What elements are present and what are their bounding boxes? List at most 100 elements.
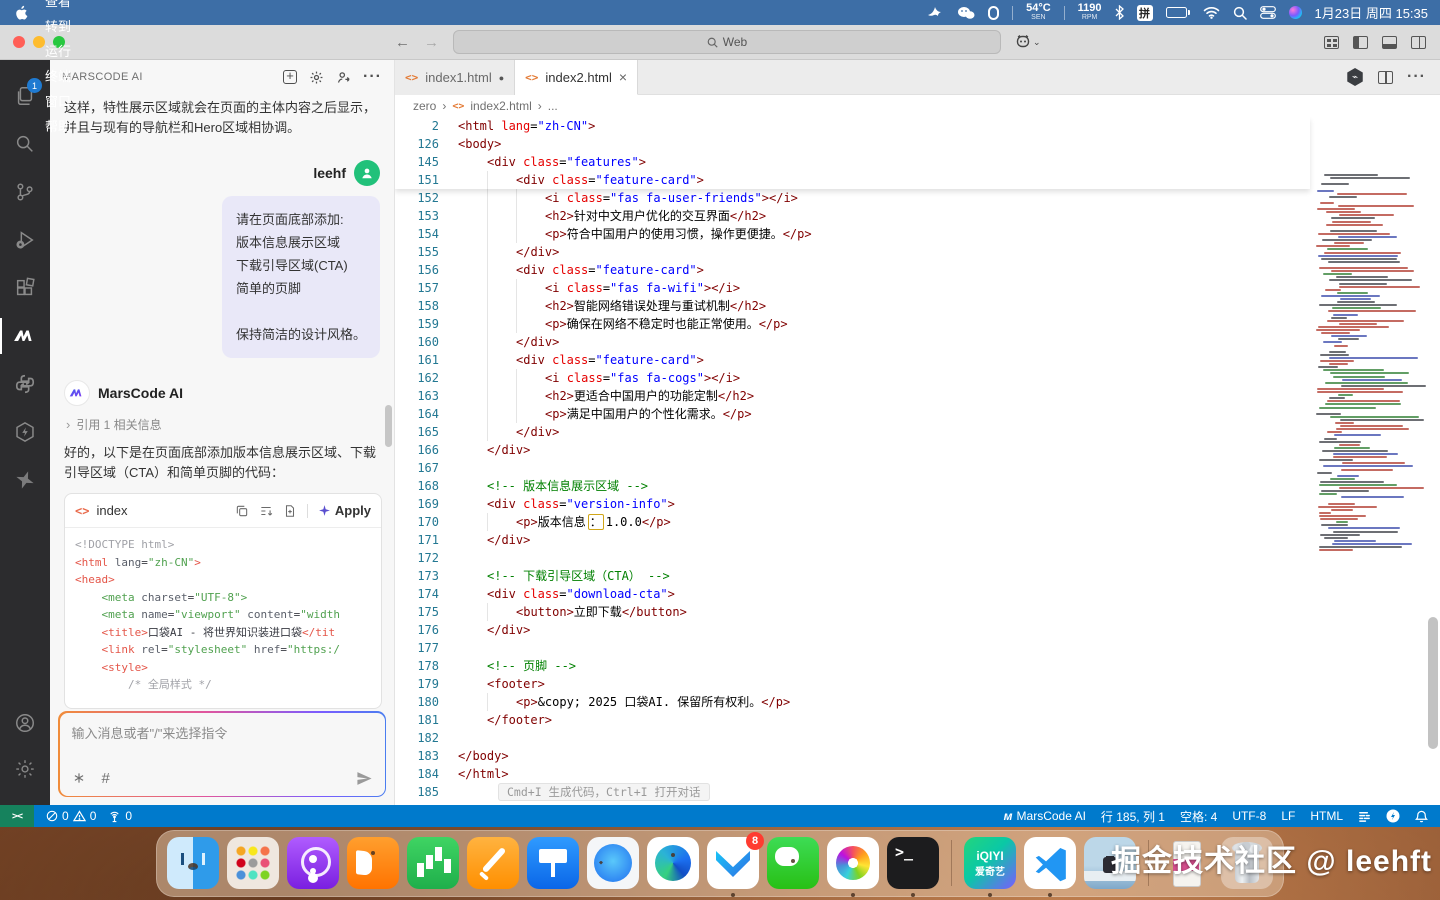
menubar-datetime[interactable]: 1月23日 周四 15:35	[1315, 3, 1428, 22]
remote-indicator[interactable]: ><	[0, 805, 34, 827]
language-mode[interactable]: HTML	[1310, 809, 1343, 823]
reference-toggle[interactable]: › 引用 1 相关信息	[66, 416, 382, 433]
dock-vscode-icon[interactable]	[1024, 837, 1076, 889]
account-icon[interactable]	[0, 699, 50, 747]
wechat-menubar-icon[interactable]	[957, 6, 975, 20]
encoding-setting[interactable]: UTF-8	[1232, 809, 1266, 823]
dock-pages-icon[interactable]	[467, 837, 519, 889]
spotlight-search-icon[interactable]	[1233, 6, 1247, 20]
menu-item[interactable]: 运行	[36, 38, 87, 63]
toggle-primary-sidebar-icon[interactable]	[1353, 36, 1368, 49]
source-control-icon[interactable]	[0, 168, 50, 216]
dock-finder-icon[interactable]	[167, 837, 219, 889]
sidebar-scrollbar[interactable]	[385, 405, 392, 447]
settings-gear-icon[interactable]	[0, 745, 50, 793]
modified-dot-icon[interactable]: ●	[499, 73, 504, 83]
bluetooth-icon[interactable]	[1115, 5, 1124, 20]
breadcrumb[interactable]: zero› <> index2.html› ...	[395, 95, 1440, 117]
python-extension-icon[interactable]	[0, 360, 50, 408]
minimap[interactable]	[1314, 174, 1426, 554]
chat-history: 这样，特性展示区域就会在页面的主体内容之后显示，并且与现有的导航栏和Hero区域…	[50, 94, 394, 710]
marscode-ai-icon[interactable]	[0, 312, 50, 360]
context-hash-icon[interactable]: #	[102, 770, 110, 787]
apply-code-button[interactable]: Apply	[318, 503, 371, 518]
bird-icon[interactable]	[926, 5, 944, 20]
code-suggestion-card: <> index Apply <!DOCTYPE html><html lang…	[64, 493, 382, 709]
dock-edge-icon[interactable]	[647, 837, 699, 889]
customize-layout-icon[interactable]	[1324, 36, 1339, 49]
warning-icon	[73, 810, 86, 822]
close-tab-icon[interactable]: ×	[619, 69, 627, 85]
codegeex-hexagon-icon[interactable]: ⌁	[1346, 68, 1364, 86]
control-center-icon[interactable]	[1260, 6, 1276, 19]
cursor-position[interactable]: 行 185, 列 1	[1101, 808, 1165, 825]
split-editor-icon[interactable]	[1378, 71, 1393, 84]
fan-rpm-stat[interactable]: 1190RPM	[1078, 3, 1102, 23]
ports-indicator[interactable]: 0	[108, 809, 132, 823]
dock-wechat-icon[interactable]	[767, 837, 819, 889]
dock-safari-icon[interactable]	[587, 837, 639, 889]
tab-index1[interactable]: <> index1.html ●	[395, 60, 515, 95]
new-file-icon[interactable]	[283, 504, 297, 518]
battery-icon[interactable]: ⌁	[1166, 7, 1190, 18]
input-method-icon[interactable]: 拼	[1137, 5, 1153, 21]
shuriken-extension-icon[interactable]	[0, 456, 50, 504]
indentation-setting[interactable]: 空格: 4	[1180, 808, 1217, 825]
slash-command-icon[interactable]	[72, 771, 86, 785]
panel-gear-icon[interactable]	[309, 70, 324, 85]
run-debug-icon[interactable]	[0, 216, 50, 264]
new-chat-icon[interactable]	[283, 70, 297, 84]
code-line: 174<div class="download-cta">	[395, 585, 1440, 603]
dock-numbers-icon[interactable]	[407, 837, 459, 889]
editor-scrollbar[interactable]	[1428, 617, 1438, 749]
menu-item[interactable]: 窗口	[36, 88, 87, 113]
sync-circle-icon[interactable]	[1386, 809, 1400, 823]
code-area[interactable]: 152<i class="fas fa-user-friends"></i>15…	[395, 117, 1440, 805]
problems-indicator[interactable]: 0 0	[46, 809, 96, 823]
wifi-icon[interactable]	[1203, 6, 1220, 19]
minimap-line	[1342, 462, 1405, 464]
chat-input[interactable]: 输入消息或者"/"来选择指令 #	[60, 713, 385, 796]
menu-item[interactable]: 终端	[36, 63, 87, 88]
dock-photos-icon[interactable]	[827, 837, 879, 889]
dock-launchpad-icon[interactable]	[227, 837, 279, 889]
ai-message: 这样，特性展示区域就会在页面的主体内容之后显示，并且与现有的导航栏和Hero区域…	[64, 98, 382, 138]
editor-more-actions-icon[interactable]: ···	[1407, 68, 1426, 86]
dock-mail-icon[interactable]: 8	[707, 837, 759, 889]
extensions-icon[interactable]	[0, 264, 50, 312]
insert-code-icon[interactable]	[259, 504, 273, 518]
minimap-line	[1326, 211, 1361, 213]
more-actions-icon[interactable]: ···	[363, 68, 382, 86]
apple-logo-icon[interactable]	[14, 5, 28, 21]
forward-arrow-button[interactable]: →	[424, 34, 439, 51]
eol-setting[interactable]: LF	[1281, 809, 1295, 823]
dock-keynote-icon[interactable]	[527, 837, 579, 889]
temperature-stat[interactable]: 54°CSEN	[1026, 3, 1051, 23]
send-message-icon[interactable]	[356, 770, 373, 787]
minimap-line	[1327, 320, 1403, 322]
dock-podcasts-icon[interactable]	[287, 837, 339, 889]
siri-icon[interactable]	[1289, 6, 1302, 19]
toggle-panel-icon[interactable]	[1382, 36, 1397, 49]
menu-item[interactable]: 转到	[36, 13, 87, 38]
menu-item[interactable]: 查看	[36, 0, 87, 13]
dock-books-icon[interactable]	[347, 837, 399, 889]
copilot-menu[interactable]: ⌄	[1015, 35, 1041, 49]
command-center-search[interactable]: Web	[453, 30, 1001, 54]
minimap-line	[1339, 286, 1419, 288]
close-window-button[interactable]	[13, 36, 25, 48]
tab-index2[interactable]: <> index2.html ×	[515, 60, 638, 95]
copy-code-icon[interactable]	[235, 504, 249, 518]
hexagon-bolt-extension-icon[interactable]	[0, 408, 50, 456]
profile-share-icon[interactable]	[336, 70, 351, 85]
marscode-status-item[interactable]: ᴍMarsCode AI	[1004, 809, 1086, 823]
ring-app-icon[interactable]	[988, 6, 999, 20]
menu-item[interactable]: 帮助	[36, 113, 87, 138]
dock-iqiyi-icon[interactable]: iQIYI 爱奇艺	[964, 837, 1016, 889]
dock-terminal-icon[interactable]	[887, 837, 939, 889]
prettier-icon[interactable]	[1358, 810, 1371, 823]
back-arrow-button[interactable]: ←	[395, 34, 410, 51]
toggle-secondary-sidebar-icon[interactable]	[1411, 36, 1426, 49]
code-line: 151<div class="feature-card">	[395, 171, 1310, 189]
notifications-bell-icon[interactable]	[1415, 810, 1428, 823]
